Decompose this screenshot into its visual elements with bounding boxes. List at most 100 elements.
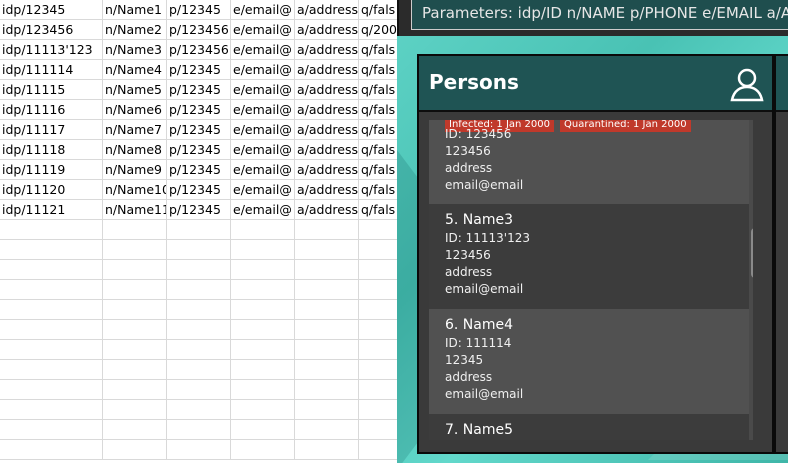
sheet-row[interactable]: idp/11113'123 n/Name3 p/123456 e/email@ a/ad… <box>0 40 398 60</box>
sheet-cell[interactable] <box>167 400 231 420</box>
sheet-cell[interactable] <box>231 220 295 240</box>
sheet-cell[interactable] <box>0 340 103 360</box>
sheet-cell[interactable] <box>231 420 295 440</box>
sheet-cell[interactable]: idp/11116 <box>0 100 103 120</box>
sheet-cell[interactable] <box>103 300 167 320</box>
sheet-cell[interactable]: e/email@ <box>231 160 295 180</box>
sheet-cell[interactable]: p/12345 <box>167 100 231 120</box>
sheet-cell[interactable] <box>231 260 295 280</box>
sheet-row[interactable] <box>0 220 398 240</box>
sheet-cell[interactable] <box>359 420 398 440</box>
sheet-cell[interactable] <box>103 420 167 440</box>
sheet-cell[interactable]: idp/11118 <box>0 140 103 160</box>
sheet-cell[interactable] <box>103 380 167 400</box>
sheet-cell[interactable]: e/email@ <box>231 180 295 200</box>
sheet-cell[interactable] <box>103 320 167 340</box>
sheet-cell[interactable] <box>0 220 103 240</box>
spreadsheet[interactable]: idp/12345 n/Name1 p/12345 e/email@ a/address… <box>0 0 398 463</box>
sheet-cell[interactable]: a/address <box>295 20 359 40</box>
sheet-cell[interactable]: idp/11113'123 <box>0 40 103 60</box>
sheet-cell[interactable] <box>231 380 295 400</box>
sheet-cell[interactable]: a/address <box>295 180 359 200</box>
sheet-row[interactable] <box>0 400 398 420</box>
sheet-row[interactable] <box>0 260 398 280</box>
sheet-cell[interactable] <box>0 280 103 300</box>
person-card[interactable]: 6. Name4 ID: 111114 12345 address email@emai… <box>429 309 749 414</box>
sheet-cell[interactable]: idp/11119 <box>0 160 103 180</box>
sheet-cell[interactable]: e/email@ <box>231 60 295 80</box>
sheet-cell[interactable] <box>359 240 398 260</box>
sheet-row[interactable] <box>0 440 398 460</box>
sheet-row[interactable] <box>0 240 398 260</box>
sheet-cell[interactable] <box>295 380 359 400</box>
sheet-cell[interactable]: n/Name5 <box>103 80 167 100</box>
sheet-cell[interactable] <box>167 360 231 380</box>
sheet-cell[interactable] <box>295 260 359 280</box>
sheet-cell[interactable]: q/fals <box>359 100 398 120</box>
sheet-cell[interactable]: n/Name1 <box>103 0 167 20</box>
sheet-cell[interactable]: e/email@ <box>231 200 295 220</box>
sheet-cell[interactable]: e/email@ <box>231 40 295 60</box>
scrollbar-track[interactable] <box>749 120 753 440</box>
sheet-cell[interactable]: q/fals <box>359 120 398 140</box>
sheet-cell[interactable]: idp/11115 <box>0 80 103 100</box>
sheet-cell[interactable] <box>359 280 398 300</box>
sheet-cell[interactable] <box>103 220 167 240</box>
sheet-cell[interactable]: a/address <box>295 140 359 160</box>
sheet-row[interactable]: idp/123456 n/Name2 p/123456 e/email@ a/addre… <box>0 20 398 40</box>
sheet-cell[interactable]: e/email@ <box>231 80 295 100</box>
sheet-cell[interactable]: q/fals <box>359 80 398 100</box>
sheet-cell[interactable] <box>295 340 359 360</box>
sheet-cell[interactable] <box>0 400 103 420</box>
sheet-cell[interactable]: p/123456 <box>167 40 231 60</box>
sheet-cell[interactable]: p/12345 <box>167 140 231 160</box>
sheet-cell[interactable]: idp/111114 <box>0 60 103 80</box>
sheet-cell[interactable] <box>231 400 295 420</box>
sheet-cell[interactable] <box>167 280 231 300</box>
sheet-cell[interactable] <box>359 360 398 380</box>
sheet-row[interactable] <box>0 340 398 360</box>
sheet-cell[interactable] <box>359 380 398 400</box>
sheet-row[interactable]: idp/11119 n/Name9 p/12345 e/email@ a/address… <box>0 160 398 180</box>
sheet-cell[interactable]: a/address <box>295 160 359 180</box>
sheet-row[interactable]: idp/11118 n/Name8 p/12345 e/email@ a/address… <box>0 140 398 160</box>
sheet-cell[interactable] <box>167 420 231 440</box>
sheet-row[interactable] <box>0 380 398 400</box>
sheet-cell[interactable]: n/Name4 <box>103 60 167 80</box>
sheet-cell[interactable]: e/email@ <box>231 20 295 40</box>
sheet-cell[interactable] <box>103 260 167 280</box>
person-card[interactable]: 7. Name5 <box>429 414 749 440</box>
sheet-cell[interactable] <box>0 360 103 380</box>
sheet-cell[interactable] <box>231 340 295 360</box>
sheet-cell[interactable]: q/fals <box>359 140 398 160</box>
sheet-cell[interactable] <box>0 320 103 340</box>
sheet-cell[interactable]: idp/12345 <box>0 0 103 20</box>
sheet-cell[interactable]: a/address <box>295 0 359 20</box>
sheet-cell[interactable]: a/address <box>295 40 359 60</box>
sheet-cell[interactable]: q/fals <box>359 180 398 200</box>
sheet-cell[interactable]: a/address <box>295 200 359 220</box>
sheet-cell[interactable] <box>0 260 103 280</box>
sheet-cell[interactable] <box>0 420 103 440</box>
sheet-cell[interactable]: p/12345 <box>167 0 231 20</box>
sheet-cell[interactable] <box>231 240 295 260</box>
sheet-cell[interactable]: a/address <box>295 80 359 100</box>
sheet-cell[interactable] <box>167 380 231 400</box>
person-card[interactable]: Infected: 1 Jan 2000 Quarantined: 1 Jan 2… <box>429 120 749 204</box>
sheet-cell[interactable]: e/email@ <box>231 0 295 20</box>
sheet-row[interactable]: idp/12345 n/Name1 p/12345 e/email@ a/address… <box>0 0 398 20</box>
sheet-cell[interactable] <box>295 360 359 380</box>
sheet-row[interactable]: idp/11116 n/Name6 p/12345 e/email@ a/address… <box>0 100 398 120</box>
sheet-cell[interactable] <box>231 360 295 380</box>
sheet-row[interactable] <box>0 360 398 380</box>
person-list[interactable]: Infected: 1 Jan 2000 Quarantined: 1 Jan 2… <box>429 120 753 440</box>
sheet-row[interactable]: idp/11121 n/Name11 p/12345 e/email@ a/addres… <box>0 200 398 220</box>
sheet-cell[interactable]: p/12345 <box>167 80 231 100</box>
sheet-cell[interactable]: idp/123456 <box>0 20 103 40</box>
sheet-row[interactable] <box>0 280 398 300</box>
sheet-cell[interactable]: n/Name6 <box>103 100 167 120</box>
sheet-cell[interactable] <box>359 320 398 340</box>
sheet-cell[interactable] <box>103 400 167 420</box>
sheet-cell[interactable] <box>359 400 398 420</box>
sheet-cell[interactable]: p/12345 <box>167 160 231 180</box>
